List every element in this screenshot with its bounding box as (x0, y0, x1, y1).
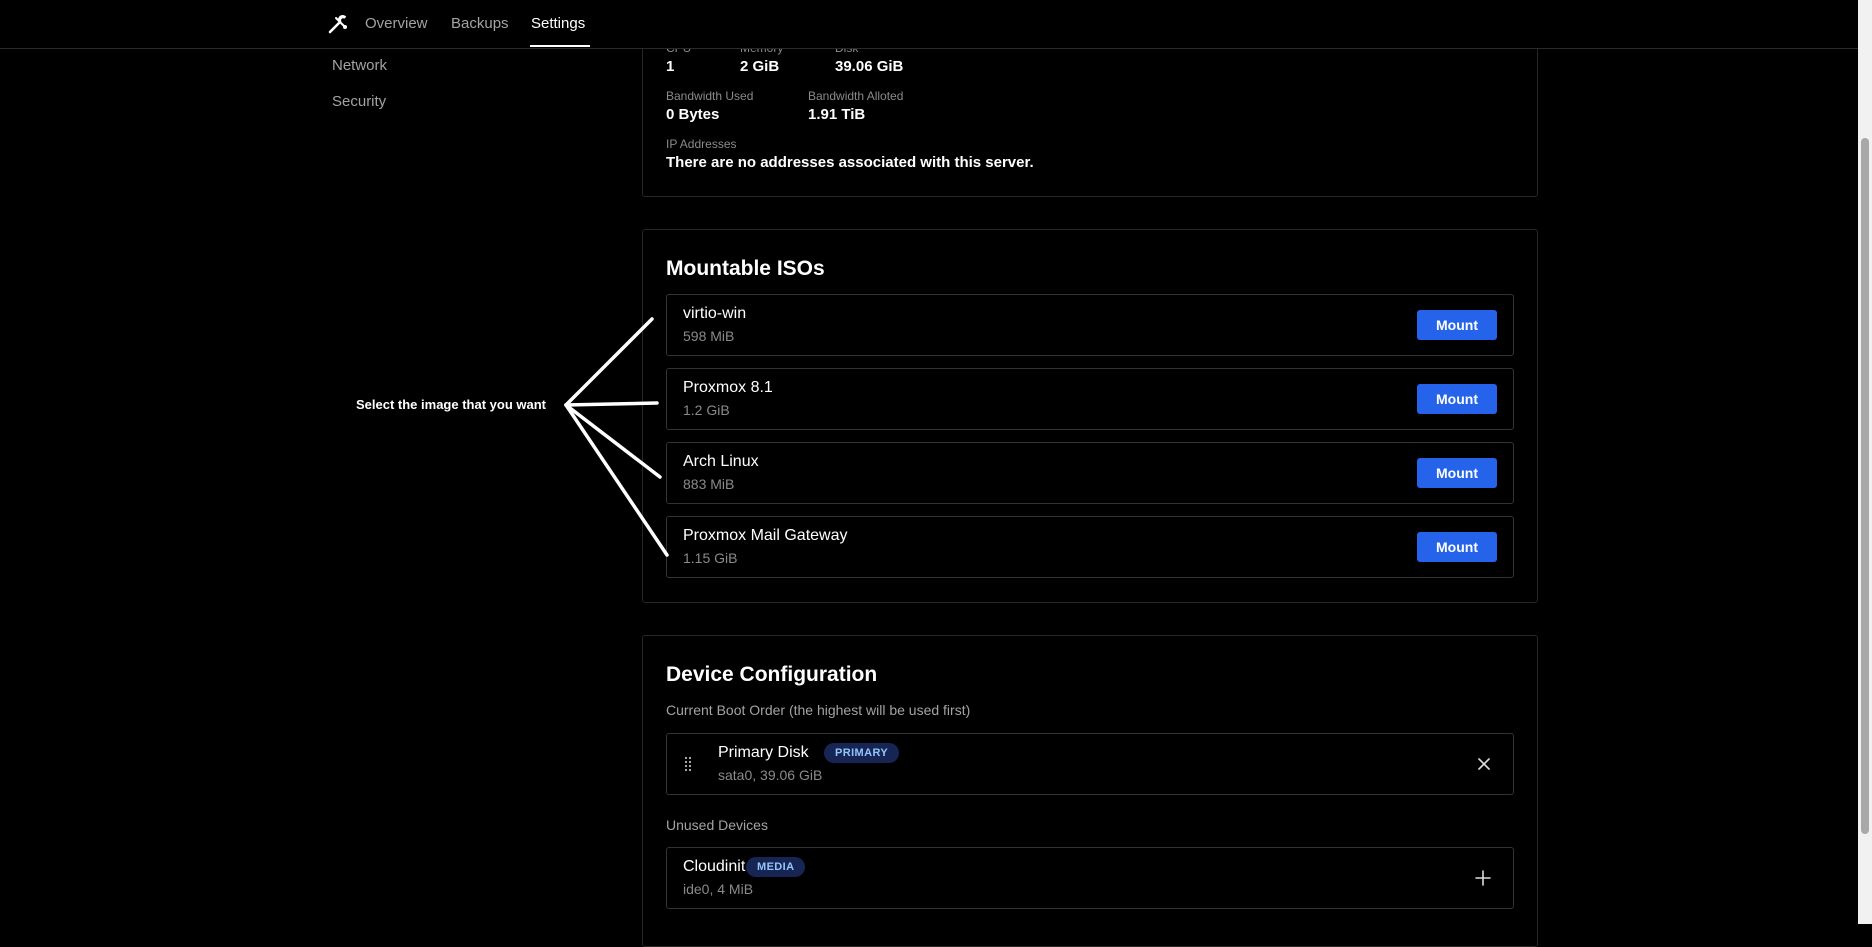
boot-device-row[interactable]: Primary Disk PRIMARY sata0, 39.06 GiB (666, 733, 1514, 795)
unused-device-detail: ide0, 4 MiB (683, 881, 754, 897)
ip-addresses-label: IP Addresses (666, 137, 737, 151)
boot-device-name: Primary Disk (718, 744, 809, 761)
bandwidth-used-label: Bandwidth Used (666, 89, 754, 103)
iso-row-virtio-win: virtio-win 598 MiB Mount (666, 294, 1514, 356)
tab-backups[interactable]: Backups (451, 15, 509, 32)
mount-button[interactable]: Mount (1417, 384, 1497, 414)
bandwidth-used-value: 0 Bytes (666, 106, 720, 123)
disk-value: 39.06 GiB (835, 58, 904, 75)
top-navigation-bar: Overview Backups Settings (0, 0, 1858, 49)
primary-badge: PRIMARY (824, 743, 900, 763)
mount-button[interactable]: Mount (1417, 458, 1497, 488)
plus-icon[interactable] (1475, 870, 1491, 886)
close-icon[interactable] (1477, 757, 1491, 771)
iso-name: Proxmox 8.1 (683, 379, 773, 396)
mount-button[interactable]: Mount (1417, 310, 1497, 340)
sidebar-item-network[interactable]: Network (332, 57, 387, 74)
drag-handle-icon[interactable] (684, 756, 692, 772)
scrollbar-thumb[interactable] (1861, 138, 1869, 834)
active-tab-indicator (530, 45, 590, 47)
iso-row-proxmox-mail-gateway: Proxmox Mail Gateway 1.15 GiB Mount (666, 516, 1514, 578)
iso-name: Arch Linux (683, 453, 759, 470)
bandwidth-alloted-label: Bandwidth Alloted (808, 89, 904, 103)
sidebar-item-security[interactable]: Security (332, 93, 386, 110)
bandwidth-alloted-value: 1.91 TiB (808, 106, 866, 123)
media-badge: MEDIA (746, 857, 806, 877)
iso-size: 883 MiB (683, 476, 735, 492)
iso-row-arch-linux: Arch Linux 883 MiB Mount (666, 442, 1514, 504)
cpu-value: 1 (666, 58, 675, 75)
iso-name: virtio-win (683, 305, 747, 322)
boot-device-detail: sata0, 39.06 GiB (718, 767, 823, 783)
hammer-wrench-icon[interactable] (326, 12, 350, 36)
device-configuration-title: Device Configuration (666, 663, 878, 686)
mountable-isos-card: Mountable ISOs virtio-win 598 MiB Mount … (642, 229, 1538, 603)
unused-device-row[interactable]: Cloudinit MEDIA ide0, 4 MiB (666, 847, 1514, 909)
iso-name: Proxmox Mail Gateway (683, 527, 848, 544)
iso-size: 1.15 GiB (683, 550, 738, 566)
iso-row-proxmox-8-1: Proxmox 8.1 1.2 GiB Mount (666, 368, 1514, 430)
tab-settings[interactable]: Settings (531, 15, 585, 32)
ip-addresses-value: There are no addresses associated with t… (666, 154, 1034, 171)
mountable-isos-title: Mountable ISOs (666, 257, 825, 280)
iso-size: 1.2 GiB (683, 402, 730, 418)
unused-device-name: Cloudinit (683, 858, 746, 875)
iso-size: 598 MiB (683, 328, 735, 344)
device-configuration-card: Device Configuration Current Boot Order … (642, 635, 1538, 947)
memory-value: 2 GiB (740, 58, 780, 75)
unused-devices-label: Unused Devices (666, 817, 768, 833)
mount-button[interactable]: Mount (1417, 532, 1497, 562)
tab-overview[interactable]: Overview (365, 15, 428, 32)
annotation-text: Select the image that you want (356, 397, 546, 412)
boot-order-label: Current Boot Order (the highest will be … (666, 702, 971, 718)
